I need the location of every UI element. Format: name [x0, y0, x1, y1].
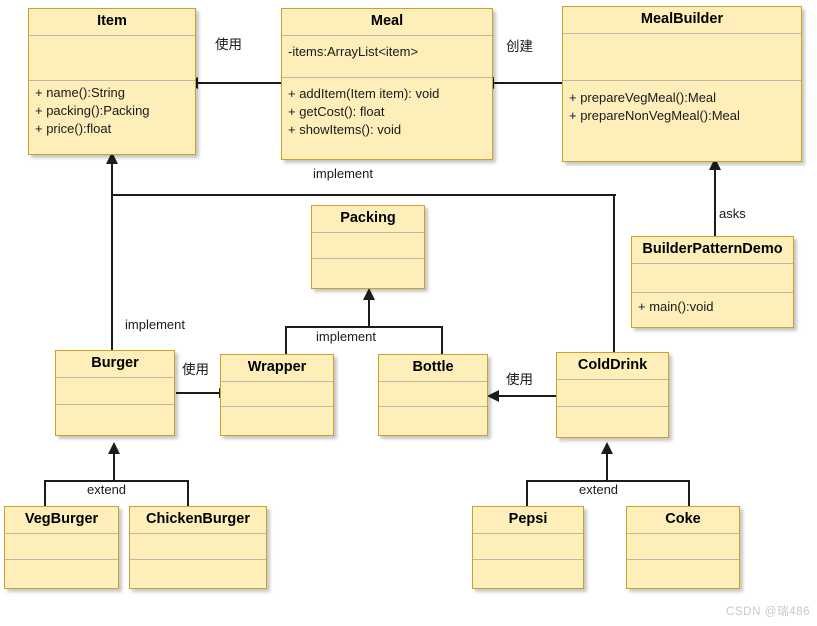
uml-class-title-coke: Coke: [665, 511, 701, 527]
uml-class-colddrink[interactable]: ColdDrink: [556, 352, 669, 438]
uml-class-attributes-chickenburger: [130, 534, 266, 559]
edge-colddrink-uses-bottle: [499, 395, 557, 397]
uml-class-attributes-meal: -items:ArrayList<item>: [288, 43, 419, 59]
edge-label-extend-colddrink: extend: [576, 482, 622, 498]
edge-demo-asks-builder: [714, 169, 716, 238]
uml-class-mealbuilder[interactable]: MealBuilder + prepareVegMeal():Meal + pr…: [562, 6, 802, 162]
uml-class-bottle[interactable]: Bottle: [378, 354, 488, 436]
edge-implement-riser-item: [111, 163, 113, 196]
uml-class-attributes-item: [29, 36, 195, 80]
uml-class-operations-coke: [627, 560, 739, 586]
uml-class-meal[interactable]: Meal -items:ArrayList<item> + addItem(It…: [281, 8, 493, 160]
uml-class-pepsi[interactable]: Pepsi: [472, 506, 584, 589]
edge-extend-riser-burger: [113, 453, 115, 481]
edge-label-implement-top: implement: [310, 166, 376, 182]
edge-extend-leg-chickenburger: [187, 480, 189, 507]
uml-class-operations-item: + name():String + packing():Packing + pr…: [35, 84, 150, 136]
uml-class-burger[interactable]: Burger: [55, 350, 175, 436]
edge-meal-uses-item: [198, 82, 282, 84]
edge-extend-leg-coke: [688, 480, 690, 507]
arrowhead-colddrink-uses-bottle: [487, 390, 499, 402]
uml-class-operations-vegburger: [5, 560, 118, 586]
edge-label-demo-asks-builder: asks: [716, 206, 749, 222]
edge-packing-bus: [285, 326, 443, 328]
arrowhead-extend-burger: [108, 442, 120, 454]
uml-class-packing[interactable]: Packing: [311, 205, 425, 289]
uml-class-title-mealbuilder: MealBuilder: [640, 11, 724, 27]
edge-label-colddrink-uses-bottle: 使用: [503, 372, 536, 388]
edge-label-implement-packing: implement: [313, 329, 379, 345]
uml-class-title-meal: Meal: [370, 13, 404, 29]
uml-class-attributes-packing: [312, 233, 424, 258]
watermark-text: CSDN @瑞486: [726, 606, 811, 618]
uml-class-title-vegburger: VegBurger: [24, 511, 99, 527]
edge-burger-uses-wrapper: [176, 392, 221, 394]
edge-implement-leg-colddrink: [613, 194, 615, 354]
uml-class-attributes-bottle: [379, 382, 487, 406]
uml-class-operations-colddrink: [557, 407, 668, 435]
edge-label-implement-burger: implement: [122, 317, 188, 333]
uml-class-attributes-vegburger: [5, 534, 118, 559]
uml-class-title-packing: Packing: [340, 210, 396, 226]
uml-class-title-item: Item: [97, 13, 127, 29]
edge-label-extend-burger: extend: [84, 482, 130, 498]
uml-class-operations-burger: [56, 405, 174, 433]
edge-extend-leg-vegburger: [44, 480, 46, 507]
uml-class-attributes-wrapper: [221, 382, 333, 406]
edge-label-meal-uses-item: 使用: [212, 37, 245, 53]
arrowhead-extend-colddrink: [601, 442, 613, 454]
uml-class-title-builderpatterndemo: BuilderPatternDemo: [642, 241, 783, 257]
edge-packing-riser: [368, 299, 370, 327]
edge-implement-bus: [111, 194, 616, 196]
uml-class-operations-chickenburger: [130, 560, 266, 586]
edge-builder-creates-meal: [494, 82, 564, 84]
edge-label-builder-creates-meal: 创建: [503, 39, 536, 55]
uml-class-operations-builderpatterndemo: + main():void: [638, 298, 714, 314]
uml-class-attributes-colddrink: [557, 380, 668, 406]
uml-class-item[interactable]: Item + name():String + packing():Packing…: [28, 8, 196, 155]
uml-class-operations-pepsi: [473, 560, 583, 586]
uml-class-operations-meal: + addItem(Item item): void + getCost(): …: [288, 85, 440, 137]
edge-label-burger-uses-wrapper: 使用: [179, 362, 212, 378]
uml-class-attributes-burger: [56, 378, 174, 404]
edge-extend-riser-colddrink: [606, 453, 608, 481]
uml-class-title-chickenburger: ChickenBurger: [146, 511, 250, 527]
uml-class-attributes-builderpatterndemo: [632, 264, 793, 292]
edge-packing-leg-wrapper: [285, 326, 287, 355]
edge-extend-leg-pepsi: [526, 480, 528, 507]
uml-class-attributes-coke: [627, 534, 739, 559]
uml-class-operations-bottle: [379, 407, 487, 433]
uml-class-operations-packing: [312, 259, 424, 286]
uml-diagram-canvas: 使用 创建 implement implement implement 使用 使…: [0, 0, 817, 626]
uml-class-title-colddrink: ColdDrink: [577, 357, 648, 373]
uml-class-operations-wrapper: [221, 407, 333, 433]
edge-packing-leg-bottle: [441, 326, 443, 355]
uml-class-title-pepsi: Pepsi: [508, 511, 548, 527]
uml-class-title-bottle: Bottle: [412, 359, 454, 375]
uml-class-builderpatterndemo[interactable]: BuilderPatternDemo + main():void: [631, 236, 794, 328]
uml-class-attributes-pepsi: [473, 534, 583, 559]
uml-class-vegburger[interactable]: VegBurger: [4, 506, 119, 589]
uml-class-coke[interactable]: Coke: [626, 506, 740, 589]
uml-class-operations-mealbuilder: + prepareVegMeal():Meal + prepareNonVegM…: [569, 89, 740, 123]
uml-class-chickenburger[interactable]: ChickenBurger: [129, 506, 267, 589]
uml-class-title-wrapper: Wrapper: [247, 359, 307, 375]
uml-class-wrapper[interactable]: Wrapper: [220, 354, 334, 436]
arrowhead-implement-packing: [363, 288, 375, 300]
edge-implement-leg-burger: [111, 194, 113, 352]
uml-class-attributes-mealbuilder: [563, 34, 801, 80]
uml-class-title-burger: Burger: [91, 355, 139, 371]
